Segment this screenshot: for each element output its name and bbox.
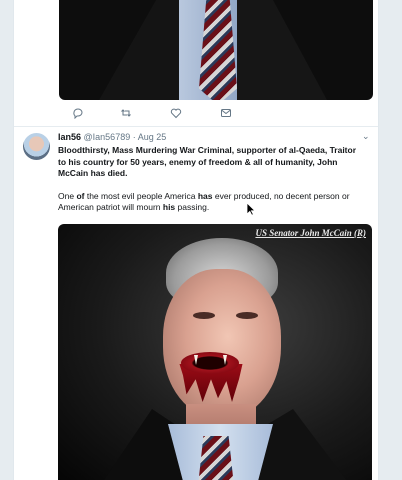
message-icon[interactable]	[220, 107, 232, 119]
like-icon[interactable]	[170, 107, 182, 119]
image-mouth	[181, 352, 239, 374]
tweet-text-segment: his	[162, 202, 176, 212]
image-eye-right	[236, 312, 258, 319]
avatar[interactable]	[23, 133, 50, 160]
reply-icon[interactable]	[72, 107, 84, 119]
handle[interactable]: @Ian56789	[84, 132, 131, 142]
tweet-actions	[72, 107, 292, 121]
image-eye-left	[193, 312, 215, 319]
image-tie	[198, 436, 234, 480]
mouse-cursor-icon	[246, 202, 256, 216]
retweet-icon[interactable]	[120, 107, 132, 119]
image-jacket-right	[237, 0, 327, 100]
tweet-date[interactable]: Aug 25	[138, 132, 167, 142]
display-name[interactable]: Ian56	[58, 132, 81, 142]
image-caption: US Senator John McCain (R)	[255, 228, 366, 238]
tweet-divider	[14, 126, 378, 127]
tweet-text-segment: the most evil people America	[84, 190, 198, 201]
tweet-header: Ian56 @Ian56789 · Aug 25	[58, 132, 166, 143]
tweet-text-segment: passing.	[175, 202, 210, 212]
tweet-text: Bloodthirsty, Mass Murdering War Crimina…	[58, 145, 364, 214]
image-jacket-right	[253, 409, 353, 480]
chevron-down-icon[interactable]: ⌄	[362, 131, 370, 142]
previous-tweet-image[interactable]	[59, 0, 373, 100]
separator: ·	[132, 132, 136, 142]
tweet-text-segment: One	[58, 190, 77, 201]
tweet-image[interactable]: US Senator John McCain (R)	[58, 224, 372, 480]
image-face	[163, 269, 281, 419]
tweet-text-segment: has	[197, 190, 213, 201]
tweet-paragraph-1: Bloodthirsty, Mass Murdering War Crimina…	[58, 145, 357, 178]
tweet-paragraph-2: One of the most evil people America has …	[58, 191, 364, 214]
